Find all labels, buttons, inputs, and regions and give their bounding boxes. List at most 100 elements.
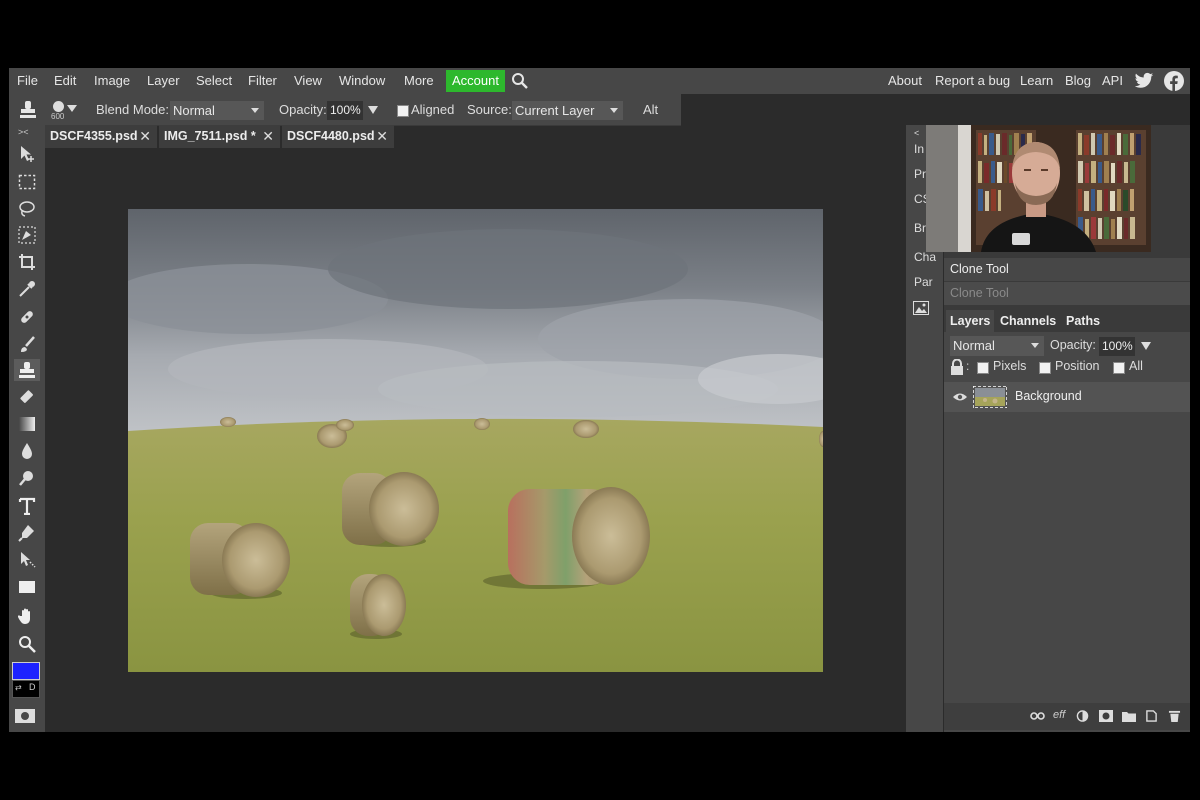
tab-document-2[interactable]: IMG_7511.psd * ✕ [159,125,280,148]
folder-icon[interactable] [1122,710,1136,722]
background-color-swatch[interactable]: ⇄ D [12,680,40,698]
search-icon[interactable] [511,72,529,90]
lock-pixels-label: Pixels [993,359,1027,373]
blend-mode-select[interactable]: Normal [170,101,264,120]
lasso-icon [19,201,35,217]
hand-tool[interactable] [14,605,40,627]
menu-filter[interactable]: Filter [248,68,277,94]
layer-opacity-dropdown-icon[interactable] [1141,342,1151,350]
mini-tab-properties[interactable]: Pr [914,167,926,181]
move-tool[interactable] [14,143,40,165]
right-panel: Clone Tool Clone Tool Layers Channels Pa… [926,125,1190,732]
close-icon[interactable]: ✕ [139,125,151,148]
menu-view[interactable]: View [294,68,322,94]
healing-brush-tool[interactable] [14,306,40,328]
path-selection-tool[interactable] [14,549,40,571]
layer-blend-mode-select[interactable]: Normal [950,336,1044,356]
document-canvas-image[interactable] [128,209,823,672]
crop-tool[interactable] [14,251,40,273]
menu-window[interactable]: Window [339,68,385,94]
rectangle-tool[interactable] [14,576,40,598]
opacity-input[interactable]: 100% [327,101,363,120]
link-icon[interactable] [1030,710,1045,722]
lock-position-checkbox[interactable] [1039,362,1051,374]
account-button[interactable]: Account [446,70,505,92]
menu-layer[interactable]: Layer [147,68,180,94]
tab-document-3[interactable]: DSCF4480.psd ✕ [282,125,394,148]
link-about[interactable]: About [888,68,922,94]
link-learn[interactable]: Learn [1020,68,1053,94]
pen-tool[interactable] [14,522,40,544]
mini-tab-brush[interactable]: Br [914,221,926,235]
menu-select[interactable]: Select [196,68,232,94]
opacity-dropdown-icon[interactable] [368,106,378,114]
trash-icon[interactable] [1168,710,1181,722]
marquee-tool[interactable] [14,171,40,193]
blur-tool[interactable] [14,440,40,462]
source-select[interactable]: Current Layer [512,101,623,120]
quick-mask-button[interactable] [15,709,35,723]
layer-opacity-input[interactable]: 100% [1099,337,1135,356]
menu-image[interactable]: Image [94,68,130,94]
path-select-icon [21,552,36,568]
history-item-active[interactable]: Clone Tool [944,258,1190,281]
menu-file[interactable]: File [17,68,38,94]
clone-stamp-tool[interactable] [14,359,40,381]
eye-icon[interactable] [952,392,968,402]
menu-edit[interactable]: Edit [54,68,76,94]
twitter-icon[interactable] [1134,72,1154,90]
mini-tab-info[interactable]: In [914,142,924,156]
history-item-label: Clone Tool [950,262,1009,276]
lasso-tool[interactable] [14,198,40,220]
layer-row[interactable]: Background [944,382,1190,412]
source-label: Source: [467,102,512,117]
lock-all-checkbox[interactable] [1113,362,1125,374]
bandage-icon [21,311,33,323]
link-blog[interactable]: Blog [1065,68,1091,94]
zoom-icon [19,636,36,653]
quick-selection-tool[interactable] [14,224,40,246]
opacity-label: Opacity: [279,102,327,117]
tab-document-1[interactable]: DSCF4355.psd ✕ [45,125,157,148]
tab-paths[interactable]: Paths [1062,310,1104,332]
link-api[interactable]: API [1102,68,1123,94]
drop-icon [22,443,32,459]
image-icon[interactable] [913,301,929,315]
eraser-tool[interactable] [14,386,40,408]
blend-mode-label: Blend Mode: [96,102,169,117]
tab-layers[interactable]: Layers [946,310,995,332]
mask-icon[interactable] [1099,710,1113,722]
collapse-toolbar-icon[interactable]: >< [18,127,29,137]
brush-preset-picker[interactable]: 600 [51,98,81,122]
clone-stamp-icon[interactable] [19,100,37,119]
swap-colors-icon[interactable]: ⇄ [15,683,22,692]
brush-tool[interactable] [14,333,40,355]
foreground-color-swatch[interactable] [12,662,40,680]
chevron-down-icon [610,108,618,113]
gradient-tool[interactable] [14,413,40,435]
canvas-area[interactable] [45,148,907,732]
close-icon[interactable]: ✕ [262,125,274,148]
alt-button[interactable]: Alt [643,94,658,125]
mini-tab-character[interactable]: Cha [914,250,936,264]
link-report-bug[interactable]: Report a bug [935,68,1010,94]
eyedropper-tool[interactable] [14,278,40,300]
adjustment-icon[interactable] [1076,710,1089,722]
zoom-tool[interactable] [14,633,40,655]
history-item[interactable]: Clone Tool [944,282,1190,305]
mini-tab-paragraph[interactable]: Par [914,275,933,289]
text-tool[interactable] [14,495,40,517]
menu-more[interactable]: More [404,68,434,94]
lock-colon: : [966,359,970,373]
lock-pixels-checkbox[interactable] [977,362,989,374]
aligned-checkbox[interactable] [397,105,409,117]
tab-channels[interactable]: Channels [996,310,1060,332]
default-colors-icon[interactable]: D [29,682,36,692]
text-icon [18,497,36,515]
dodge-tool[interactable] [14,467,40,489]
expand-panels-icon[interactable]: < [914,128,919,138]
effects-icon[interactable]: eff [1053,709,1065,721]
new-layer-icon[interactable] [1145,710,1158,722]
close-icon[interactable]: ✕ [376,125,388,148]
facebook-icon[interactable] [1164,71,1184,91]
